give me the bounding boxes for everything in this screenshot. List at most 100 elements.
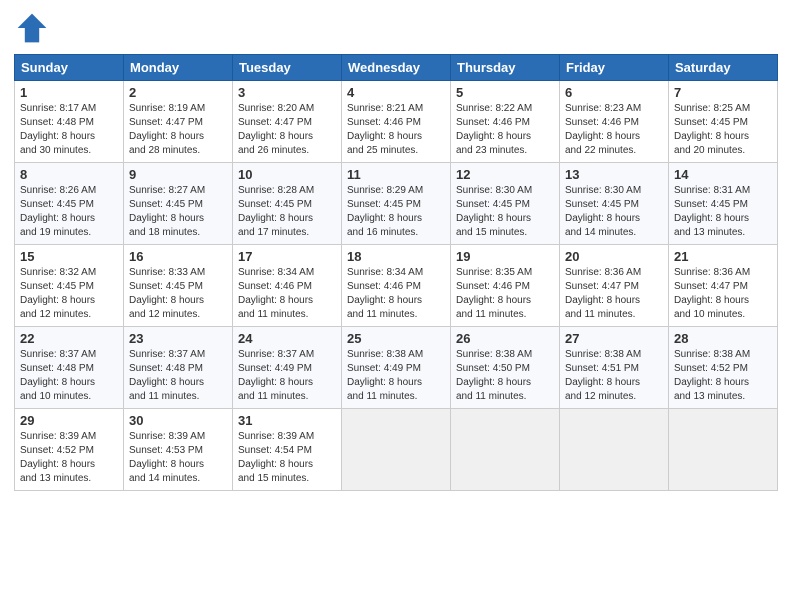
- calendar-day-cell: [451, 409, 560, 491]
- calendar-day-cell: 20 Sunrise: 8:36 AM Sunset: 4:47 PM Dayli…: [560, 245, 669, 327]
- day-info: Sunrise: 8:31 AM Sunset: 4:45 PM Dayligh…: [674, 184, 772, 240]
- calendar-day-cell: 29 Sunrise: 8:39 AM Sunset: 4:52 PM Dayli…: [15, 409, 124, 491]
- day-number: 3: [238, 85, 336, 100]
- calendar-day-cell: 15 Sunrise: 8:32 AM Sunset: 4:45 PM Dayli…: [15, 245, 124, 327]
- day-info: Sunrise: 8:35 AM Sunset: 4:46 PM Dayligh…: [456, 266, 554, 322]
- weekday-header-row: SundayMondayTuesdayWednesdayThursdayFrid…: [15, 55, 778, 81]
- day-info: Sunrise: 8:37 AM Sunset: 4:48 PM Dayligh…: [20, 348, 118, 404]
- day-info: Sunrise: 8:30 AM Sunset: 4:45 PM Dayligh…: [565, 184, 663, 240]
- weekday-header-cell: Thursday: [451, 55, 560, 81]
- weekday-header-cell: Saturday: [669, 55, 778, 81]
- day-info: Sunrise: 8:39 AM Sunset: 4:53 PM Dayligh…: [129, 430, 227, 486]
- day-number: 30: [129, 413, 227, 428]
- calendar-day-cell: 5 Sunrise: 8:22 AM Sunset: 4:46 PM Daylig…: [451, 81, 560, 163]
- day-number: 20: [565, 249, 663, 264]
- day-number: 15: [20, 249, 118, 264]
- day-info: Sunrise: 8:32 AM Sunset: 4:45 PM Dayligh…: [20, 266, 118, 322]
- calendar-week-row: 15 Sunrise: 8:32 AM Sunset: 4:45 PM Dayli…: [15, 245, 778, 327]
- calendar-day-cell: [342, 409, 451, 491]
- calendar-day-cell: [560, 409, 669, 491]
- day-info: Sunrise: 8:39 AM Sunset: 4:54 PM Dayligh…: [238, 430, 336, 486]
- calendar-week-row: 22 Sunrise: 8:37 AM Sunset: 4:48 PM Dayli…: [15, 327, 778, 409]
- day-number: 9: [129, 167, 227, 182]
- day-number: 26: [456, 331, 554, 346]
- calendar-day-cell: [669, 409, 778, 491]
- calendar-day-cell: 21 Sunrise: 8:36 AM Sunset: 4:47 PM Dayli…: [669, 245, 778, 327]
- day-info: Sunrise: 8:25 AM Sunset: 4:45 PM Dayligh…: [674, 102, 772, 158]
- day-number: 19: [456, 249, 554, 264]
- day-info: Sunrise: 8:19 AM Sunset: 4:47 PM Dayligh…: [129, 102, 227, 158]
- calendar-day-cell: 19 Sunrise: 8:35 AM Sunset: 4:46 PM Dayli…: [451, 245, 560, 327]
- day-number: 16: [129, 249, 227, 264]
- calendar-week-row: 1 Sunrise: 8:17 AM Sunset: 4:48 PM Daylig…: [15, 81, 778, 163]
- day-number: 10: [238, 167, 336, 182]
- logo: [14, 10, 54, 46]
- calendar-day-cell: 31 Sunrise: 8:39 AM Sunset: 4:54 PM Dayli…: [233, 409, 342, 491]
- day-number: 24: [238, 331, 336, 346]
- weekday-header-cell: Sunday: [15, 55, 124, 81]
- calendar-body: 1 Sunrise: 8:17 AM Sunset: 4:48 PM Daylig…: [15, 81, 778, 491]
- day-info: Sunrise: 8:36 AM Sunset: 4:47 PM Dayligh…: [674, 266, 772, 322]
- day-number: 18: [347, 249, 445, 264]
- day-info: Sunrise: 8:36 AM Sunset: 4:47 PM Dayligh…: [565, 266, 663, 322]
- day-info: Sunrise: 8:28 AM Sunset: 4:45 PM Dayligh…: [238, 184, 336, 240]
- weekday-header-cell: Monday: [124, 55, 233, 81]
- day-info: Sunrise: 8:20 AM Sunset: 4:47 PM Dayligh…: [238, 102, 336, 158]
- day-number: 13: [565, 167, 663, 182]
- day-info: Sunrise: 8:39 AM Sunset: 4:52 PM Dayligh…: [20, 430, 118, 486]
- day-number: 6: [565, 85, 663, 100]
- calendar-week-row: 29 Sunrise: 8:39 AM Sunset: 4:52 PM Dayli…: [15, 409, 778, 491]
- calendar-day-cell: 9Sunrise: 8:27 AM Sunset: 4:45 PM Daylig…: [124, 163, 233, 245]
- day-number: 7: [674, 85, 772, 100]
- day-number: 31: [238, 413, 336, 428]
- logo-icon: [14, 10, 50, 46]
- calendar-day-cell: 27Sunrise: 8:38 AM Sunset: 4:51 PM Dayli…: [560, 327, 669, 409]
- calendar-day-cell: 14 Sunrise: 8:31 AM Sunset: 4:45 PM Dayli…: [669, 163, 778, 245]
- calendar-day-cell: 12 Sunrise: 8:30 AM Sunset: 4:45 PM Dayli…: [451, 163, 560, 245]
- day-number: 25: [347, 331, 445, 346]
- calendar-day-cell: 24Sunrise: 8:37 AM Sunset: 4:49 PM Dayli…: [233, 327, 342, 409]
- day-number: 29: [20, 413, 118, 428]
- calendar-day-cell: 8Sunrise: 8:26 AM Sunset: 4:45 PM Daylig…: [15, 163, 124, 245]
- calendar-day-cell: 25Sunrise: 8:38 AM Sunset: 4:49 PM Dayli…: [342, 327, 451, 409]
- day-info: Sunrise: 8:29 AM Sunset: 4:45 PM Dayligh…: [347, 184, 445, 240]
- day-number: 21: [674, 249, 772, 264]
- day-number: 11: [347, 167, 445, 182]
- calendar-day-cell: 28Sunrise: 8:38 AM Sunset: 4:52 PM Dayli…: [669, 327, 778, 409]
- calendar-day-cell: 23Sunrise: 8:37 AM Sunset: 4:48 PM Dayli…: [124, 327, 233, 409]
- calendar-day-cell: 10 Sunrise: 8:28 AM Sunset: 4:45 PM Dayli…: [233, 163, 342, 245]
- calendar-day-cell: 26Sunrise: 8:38 AM Sunset: 4:50 PM Dayli…: [451, 327, 560, 409]
- calendar-day-cell: 3 Sunrise: 8:20 AM Sunset: 4:47 PM Daylig…: [233, 81, 342, 163]
- weekday-header-cell: Tuesday: [233, 55, 342, 81]
- calendar-day-cell: 2Sunrise: 8:19 AM Sunset: 4:47 PM Daylig…: [124, 81, 233, 163]
- calendar-day-cell: 4Sunrise: 8:21 AM Sunset: 4:46 PM Daylig…: [342, 81, 451, 163]
- day-number: 23: [129, 331, 227, 346]
- calendar-day-cell: 22 Sunrise: 8:37 AM Sunset: 4:48 PM Dayli…: [15, 327, 124, 409]
- day-number: 1: [20, 85, 118, 100]
- day-number: 14: [674, 167, 772, 182]
- day-info: Sunrise: 8:30 AM Sunset: 4:45 PM Dayligh…: [456, 184, 554, 240]
- day-info: Sunrise: 8:33 AM Sunset: 4:45 PM Dayligh…: [129, 266, 227, 322]
- day-number: 22: [20, 331, 118, 346]
- day-info: Sunrise: 8:23 AM Sunset: 4:46 PM Dayligh…: [565, 102, 663, 158]
- day-number: 12: [456, 167, 554, 182]
- calendar-day-cell: 17 Sunrise: 8:34 AM Sunset: 4:46 PM Dayli…: [233, 245, 342, 327]
- day-number: 5: [456, 85, 554, 100]
- calendar-day-cell: 16 Sunrise: 8:33 AM Sunset: 4:45 PM Dayli…: [124, 245, 233, 327]
- weekday-header-cell: Friday: [560, 55, 669, 81]
- header: [14, 10, 778, 46]
- calendar-week-row: 8Sunrise: 8:26 AM Sunset: 4:45 PM Daylig…: [15, 163, 778, 245]
- day-number: 17: [238, 249, 336, 264]
- day-info: Sunrise: 8:22 AM Sunset: 4:46 PM Dayligh…: [456, 102, 554, 158]
- calendar-day-cell: 1 Sunrise: 8:17 AM Sunset: 4:48 PM Daylig…: [15, 81, 124, 163]
- calendar-day-cell: 6 Sunrise: 8:23 AM Sunset: 4:46 PM Daylig…: [560, 81, 669, 163]
- calendar: SundayMondayTuesdayWednesdayThursdayFrid…: [14, 54, 778, 491]
- calendar-day-cell: 7 Sunrise: 8:25 AM Sunset: 4:45 PM Daylig…: [669, 81, 778, 163]
- calendar-day-cell: 13 Sunrise: 8:30 AM Sunset: 4:45 PM Dayli…: [560, 163, 669, 245]
- day-info: Sunrise: 8:38 AM Sunset: 4:52 PM Dayligh…: [674, 348, 772, 404]
- day-info: Sunrise: 8:17 AM Sunset: 4:48 PM Dayligh…: [20, 102, 118, 158]
- day-info: Sunrise: 8:34 AM Sunset: 4:46 PM Dayligh…: [238, 266, 336, 322]
- page-container: SundayMondayTuesdayWednesdayThursdayFrid…: [0, 0, 792, 499]
- day-info: Sunrise: 8:21 AM Sunset: 4:46 PM Dayligh…: [347, 102, 445, 158]
- calendar-day-cell: 18Sunrise: 8:34 AM Sunset: 4:46 PM Dayli…: [342, 245, 451, 327]
